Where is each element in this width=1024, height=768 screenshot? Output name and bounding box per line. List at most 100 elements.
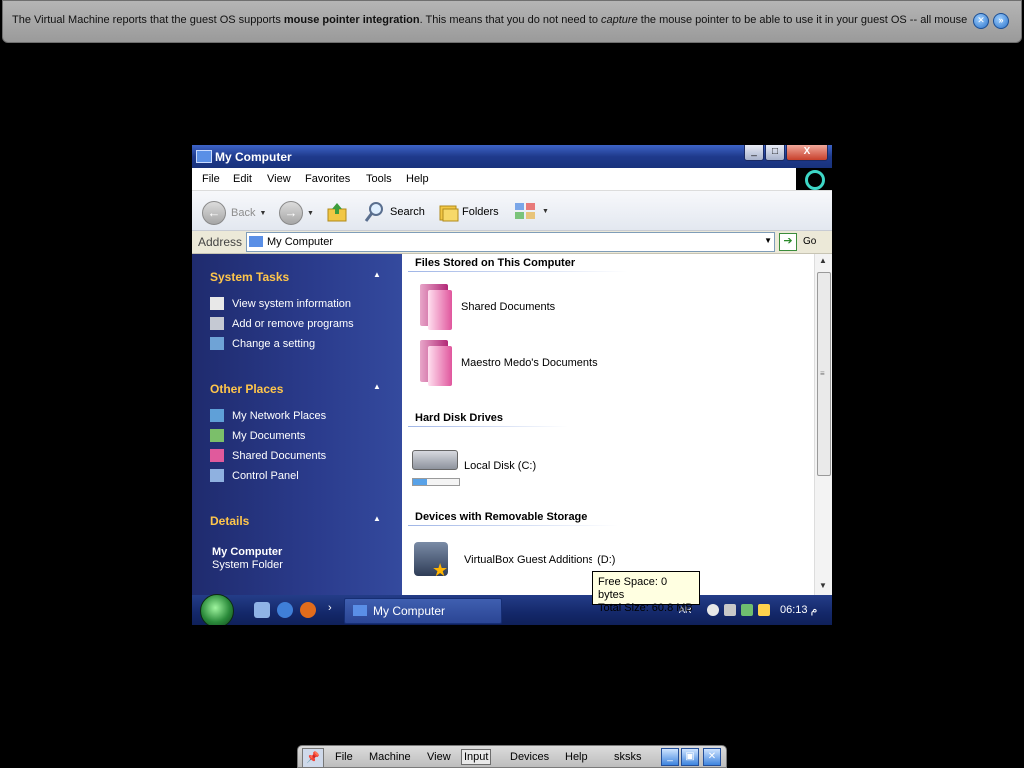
details-header[interactable]: Details (210, 514, 249, 528)
search-button[interactable]: Search (364, 201, 425, 223)
sidebar-item-label: Control Panel (232, 469, 299, 482)
sidebar-item-change-setting[interactable]: Change a setting (210, 337, 315, 350)
network-places-icon (210, 409, 224, 422)
title-bar[interactable]: My Computer _ □ X (192, 145, 832, 168)
chevron-down-icon[interactable]: ▼ (764, 236, 772, 245)
system-tasks-header[interactable]: System Tasks (210, 270, 289, 284)
sidebar-item-my-documents[interactable]: My Documents (210, 429, 305, 442)
views-button[interactable]: ▼ (514, 201, 549, 221)
other-places-header[interactable]: Other Places (210, 382, 283, 396)
group-header-removable-storage: Devices with Removable Storage (415, 511, 588, 523)
go-button[interactable]: Go (803, 236, 816, 247)
group-header-hard-disk-drives: Hard Disk Drives (415, 412, 504, 424)
dont-show-again-icon[interactable]: » (993, 13, 1009, 29)
menu-bar: File Edit View Favorites Tools Help (192, 168, 832, 191)
sidebar-item-shared-documents[interactable]: Shared Documents (210, 449, 326, 462)
collapse-icon[interactable]: ▲ (373, 270, 381, 279)
back-button[interactable]: ← Back ▼ (202, 201, 266, 225)
sidebar-item-label: My Documents (232, 429, 306, 442)
details-name: My Computer (212, 546, 283, 558)
collapse-icon[interactable]: ▲ (373, 382, 381, 391)
mini-menu-machine[interactable]: Machine (369, 751, 411, 763)
notification-text-3: the mouse pointer to be able to use it i… (637, 14, 968, 26)
sidebar-item-label: Shared Documents (232, 449, 327, 462)
taskbar: › My Computer AR 06:13 م (192, 594, 832, 625)
details-type: System Folder (212, 559, 283, 571)
sidebar-item-my-network-places[interactable]: My Network Places (210, 409, 326, 422)
notification-text-2: . This means that you do not need to (419, 14, 601, 26)
scroll-up-icon[interactable]: ▲ (819, 256, 827, 265)
vertical-scrollbar[interactable]: ▲ ≡ ▼ (814, 254, 832, 595)
control-panel-icon (210, 337, 224, 350)
maximize-button[interactable]: □ (765, 145, 785, 161)
menu-help[interactable]: Help (406, 173, 429, 185)
scroll-thumb[interactable]: ≡ (817, 272, 831, 476)
vbox-mini-toolbar: 📌 File Machine View Input Devices Help s… (297, 745, 727, 768)
up-folder-button[interactable] (326, 201, 348, 223)
sidebar-item-view-system-information[interactable]: View system information (210, 297, 351, 310)
views-icon (515, 203, 535, 219)
menu-file[interactable]: File (202, 173, 220, 185)
close-vm-icon[interactable]: ✕ (703, 748, 721, 766)
exit-fullscreen-icon[interactable]: ▣ (681, 748, 699, 766)
hard-drive-icon (410, 444, 460, 488)
vm-name: sksks (614, 751, 642, 763)
forward-button[interactable]: → ▼ (279, 201, 314, 225)
chevron-down-icon[interactable]: ▼ (259, 210, 266, 217)
taskbar-button-my-computer[interactable]: My Computer (344, 598, 502, 624)
menu-edit[interactable]: Edit (233, 173, 252, 185)
mini-menu-devices[interactable]: Devices (510, 751, 549, 763)
list-item-cd-drive[interactable]: ★ VirtualBox Guest Additions (D:) (412, 540, 615, 580)
windows-logo-throbber (796, 168, 832, 190)
notification-text: The Virtual Machine reports that the gue… (12, 14, 284, 26)
mini-menu-view[interactable]: View (427, 751, 451, 763)
mini-menu-file[interactable]: File (335, 751, 353, 763)
list-item-maestro-documents[interactable]: Maestro Medo's Documents (418, 340, 598, 386)
firefox-icon[interactable] (300, 602, 316, 618)
notification-bold: mouse pointer integration (283, 14, 420, 26)
search-icon (364, 202, 383, 222)
address-input[interactable]: My Computer ▼ (246, 232, 775, 252)
safely-remove-icon[interactable] (741, 604, 753, 616)
show-desktop-icon[interactable] (254, 602, 270, 618)
search-label: Search (390, 206, 425, 218)
menu-tools[interactable]: Tools (366, 173, 392, 185)
minimize-icon[interactable]: _ (661, 748, 679, 766)
folders-button[interactable]: Folders (438, 201, 499, 223)
close-notification-icon[interactable]: ✕ (973, 13, 989, 29)
virtualbox-cd-icon: ★ (412, 540, 452, 580)
minimize-button[interactable]: _ (744, 145, 764, 161)
clock[interactable]: 06:13 م (780, 603, 817, 616)
group-header-files-stored: Files Stored on This Computer (415, 257, 576, 269)
volume-icon[interactable] (724, 604, 736, 616)
sidebar-item-label: Change a setting (232, 337, 316, 350)
mini-menu-input[interactable]: Input (461, 749, 492, 765)
item-label: Shared Documents (461, 301, 556, 313)
go-arrow-icon[interactable]: ➔ (779, 233, 797, 251)
address-value: My Computer (267, 236, 334, 248)
chevron-right-icon[interactable]: › (328, 602, 332, 614)
pin-icon[interactable]: 📌 (302, 748, 324, 768)
sidebar-item-control-panel[interactable]: Control Panel (210, 469, 299, 482)
start-button[interactable] (200, 594, 234, 625)
sidebar-item-add-remove-programs[interactable]: Add or remove programs (210, 317, 354, 330)
item-label: Local Disk (C:) (464, 460, 537, 472)
list-item-shared-documents[interactable]: Shared Documents (418, 284, 555, 330)
menu-view[interactable]: View (267, 173, 291, 185)
chevron-down-icon[interactable]: ▼ (307, 210, 314, 217)
drive-tooltip: Free Space: 0 bytes Total Size: 60.8 MB (592, 571, 700, 614)
back-label: Back (231, 207, 256, 219)
internet-explorer-icon[interactable] (277, 602, 293, 618)
computer-icon (196, 150, 212, 163)
mini-menu-help[interactable]: Help (565, 751, 588, 763)
close-button[interactable]: X (786, 145, 828, 161)
control-panel-icon (210, 469, 224, 482)
collapse-icon[interactable]: ▲ (373, 514, 381, 523)
tray-icon[interactable] (707, 604, 719, 616)
menu-favorites[interactable]: Favorites (305, 173, 350, 185)
scroll-down-icon[interactable]: ▼ (819, 581, 827, 590)
tray-icon[interactable] (758, 604, 770, 616)
notification-italic: capture (601, 14, 638, 26)
list-item-local-disk[interactable]: Local Disk (C:) (410, 444, 536, 488)
system-info-icon (210, 297, 224, 310)
